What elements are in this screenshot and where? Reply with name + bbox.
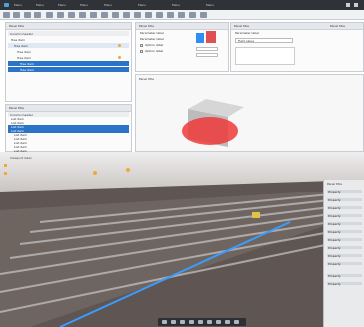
terrain-scene	[0, 168, 364, 327]
select-icon[interactable]	[46, 12, 53, 18]
panel-title: Panel title	[9, 24, 24, 28]
panel-header: Panel title	[6, 23, 131, 30]
property-row[interactable]: Property	[327, 282, 362, 286]
warning-icon	[118, 56, 121, 59]
close-icon[interactable]	[354, 3, 358, 7]
property-row[interactable]: Property	[327, 206, 362, 210]
tree-item[interactable]: Tree item	[8, 61, 129, 66]
viewport-nav-bar	[158, 318, 246, 326]
open-icon[interactable]	[24, 12, 31, 18]
redo-icon[interactable]	[13, 12, 20, 18]
menu-item[interactable]: Menu	[80, 3, 100, 7]
param-label: Parameter label	[140, 37, 164, 41]
tree-item[interactable]: Tree item	[8, 55, 129, 60]
param-label: Parameter label	[140, 31, 164, 35]
scene-tree-panel: Panel title Column header Tree item Tree…	[5, 22, 132, 102]
3d-viewport[interactable]: Viewport label Panel title Property Prop…	[0, 152, 364, 327]
option-label: Option label	[145, 49, 164, 53]
property-row[interactable]: Property	[327, 190, 362, 194]
property-row[interactable]: Property	[327, 238, 362, 242]
tool-icon[interactable]	[101, 12, 108, 18]
tree-item[interactable]: Tree item	[8, 43, 129, 48]
blue-box-icon	[196, 33, 204, 43]
right-panel: Panel title Panel title Parameter label …	[230, 22, 364, 72]
panel-header: Panel title	[6, 105, 131, 112]
undo-icon[interactable]	[3, 12, 10, 18]
tree-header: Column header	[8, 31, 129, 36]
zoom-in-icon[interactable]	[134, 12, 141, 18]
minimize-icon[interactable]	[346, 3, 350, 7]
tool-icon[interactable]	[79, 12, 86, 18]
pan-icon[interactable]	[171, 320, 176, 324]
red-zone	[182, 117, 238, 145]
panel-header: Panel title Panel title	[231, 23, 363, 30]
menu-item[interactable]: Menu	[206, 3, 226, 7]
tree-item[interactable]: Tree item	[8, 49, 129, 54]
settings-icon[interactable]	[178, 12, 185, 18]
preview-panel: Panel title	[135, 74, 364, 152]
option-label: Option label	[145, 43, 164, 47]
menu-item[interactable]: Menu	[14, 3, 34, 7]
list-box[interactable]	[235, 47, 295, 65]
tool-icon[interactable]	[112, 12, 119, 18]
properties-panel: Panel title Property Property Property P…	[323, 180, 364, 327]
results-panel: Panel title Column header List item List…	[5, 104, 132, 153]
tool-icon[interactable]	[123, 12, 130, 18]
param-field[interactable]: Field value	[235, 38, 293, 43]
warning-icon	[118, 44, 121, 47]
parameters-panel: Panel title Parameter label Parameter la…	[135, 22, 229, 72]
property-row[interactable]: Property	[327, 222, 362, 226]
menu-item[interactable]: Menu	[104, 3, 134, 7]
3d-preview[interactable]	[166, 91, 246, 151]
settings-icon[interactable]	[216, 320, 221, 324]
camera-icon[interactable]	[225, 320, 230, 324]
property-row[interactable]: Property	[327, 246, 362, 250]
section-icon[interactable]	[198, 320, 203, 324]
title-bar: Menu Menu Menu Menu Menu Menu Menu Menu	[0, 0, 364, 10]
nav-icon[interactable]	[4, 172, 7, 175]
menu-item[interactable]: Menu	[138, 3, 168, 7]
option-checkbox[interactable]	[140, 50, 143, 53]
tool-icon[interactable]	[200, 12, 207, 18]
tool-icon[interactable]	[68, 12, 75, 18]
property-row[interactable]: Property	[327, 198, 362, 202]
save-icon[interactable]	[34, 12, 41, 18]
tool-icon[interactable]	[189, 12, 196, 18]
menu-item[interactable]: Menu	[58, 3, 78, 7]
nav-icon[interactable]	[4, 164, 7, 167]
property-row[interactable]: Property	[327, 274, 362, 278]
panel-title: Panel title	[327, 182, 342, 186]
walk-icon[interactable]	[189, 320, 194, 324]
red-box-icon	[206, 31, 216, 43]
property-row[interactable]: Property	[327, 214, 362, 218]
tool-icon[interactable]	[90, 12, 97, 18]
param-label: Parameter label	[235, 31, 259, 35]
menu-item[interactable]: Menu	[36, 3, 56, 7]
app-logo-icon	[4, 3, 9, 7]
panel-header: Panel title	[136, 23, 228, 30]
fit-view-icon[interactable]	[156, 12, 163, 18]
zoom-out-icon[interactable]	[145, 12, 152, 18]
tree-item[interactable]: Tree item	[8, 37, 129, 42]
main-toolbar: Search	[0, 10, 364, 30]
option-checkbox[interactable]	[140, 44, 143, 47]
param-field[interactable]	[196, 47, 218, 51]
fullscreen-icon[interactable]	[234, 320, 239, 324]
measure-icon[interactable]	[207, 320, 212, 324]
menu-item[interactable]: Menu	[172, 3, 202, 7]
property-row[interactable]: Property	[327, 262, 362, 266]
property-row[interactable]: Property	[327, 230, 362, 234]
property-row[interactable]: Property	[327, 254, 362, 258]
settings-icon[interactable]	[167, 12, 174, 18]
zoom-icon[interactable]	[180, 320, 185, 324]
tree-item[interactable]: Tree item	[8, 67, 129, 72]
param-field[interactable]	[196, 53, 218, 57]
orbit-icon[interactable]	[162, 320, 167, 324]
panel-title: Panel title	[139, 77, 154, 81]
measure-icon[interactable]	[57, 12, 64, 18]
